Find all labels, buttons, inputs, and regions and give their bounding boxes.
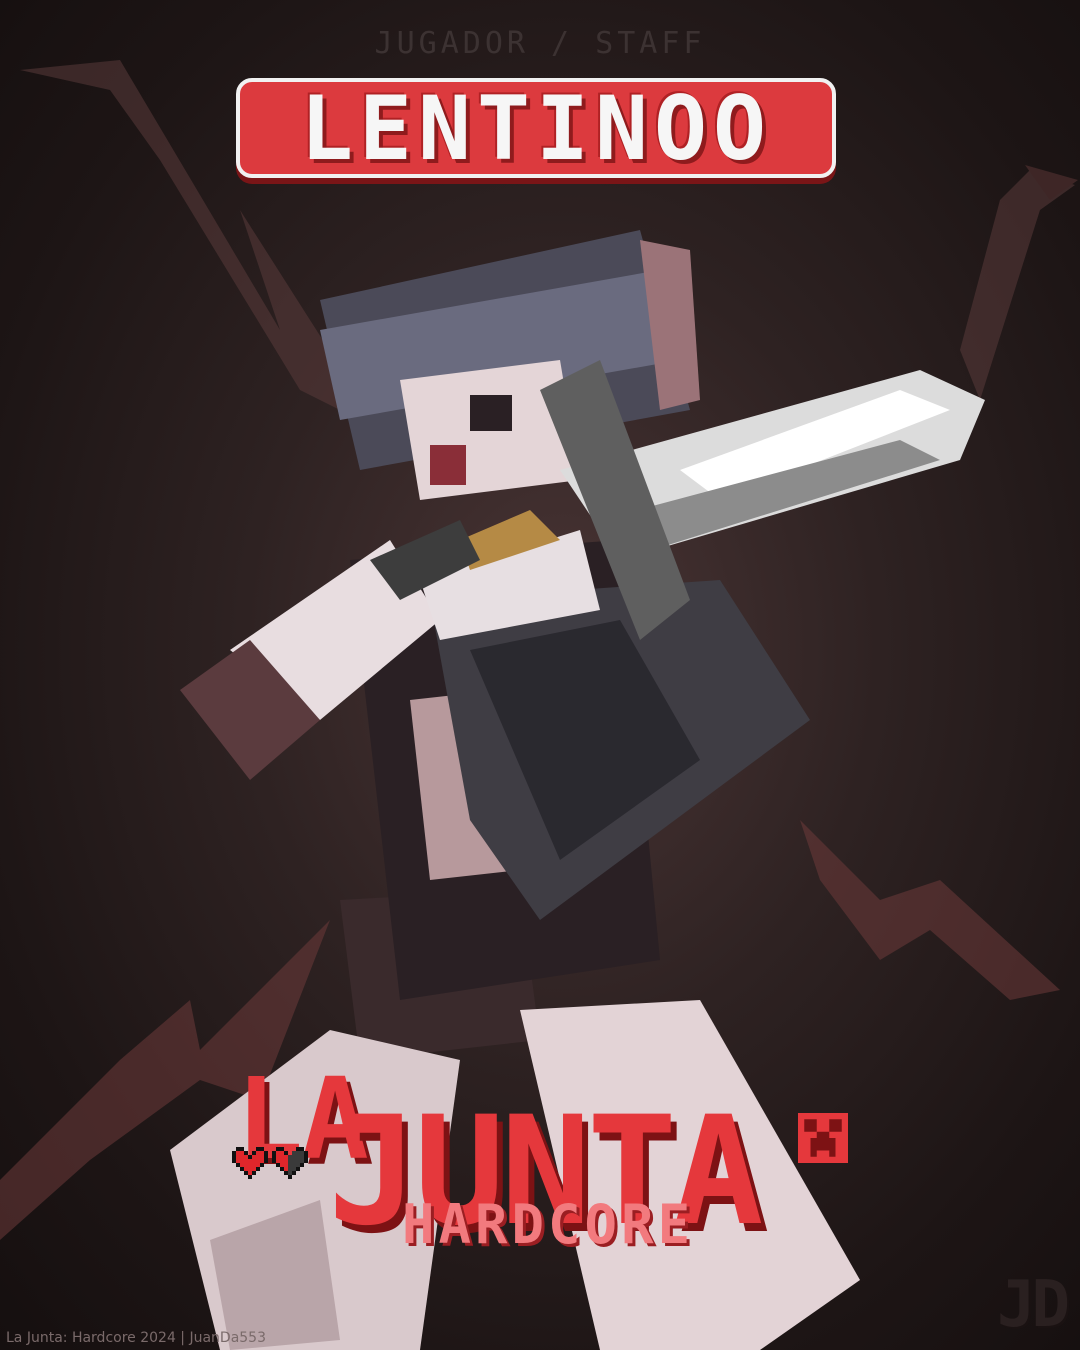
creeper-face-icon [798, 1113, 848, 1163]
character-eye [470, 395, 512, 431]
hearts-group [232, 1145, 308, 1181]
logo-word-hardcore: HARDCORE [402, 1193, 695, 1256]
half-heart-icon [272, 1147, 308, 1179]
footer-credit: La Junta: Hardcore 2024 | JuanDa553 [6, 1330, 266, 1346]
character-mouth [430, 445, 466, 485]
heart-icon [232, 1147, 268, 1179]
poster: JUGADOR / STAFF LENTINOO LA JUNTA HARDCO… [0, 0, 1080, 1350]
jd-watermark: JD [996, 1268, 1070, 1342]
la-junta-hardcore-logo: LA JUNTA HARDCORE [232, 1055, 852, 1259]
